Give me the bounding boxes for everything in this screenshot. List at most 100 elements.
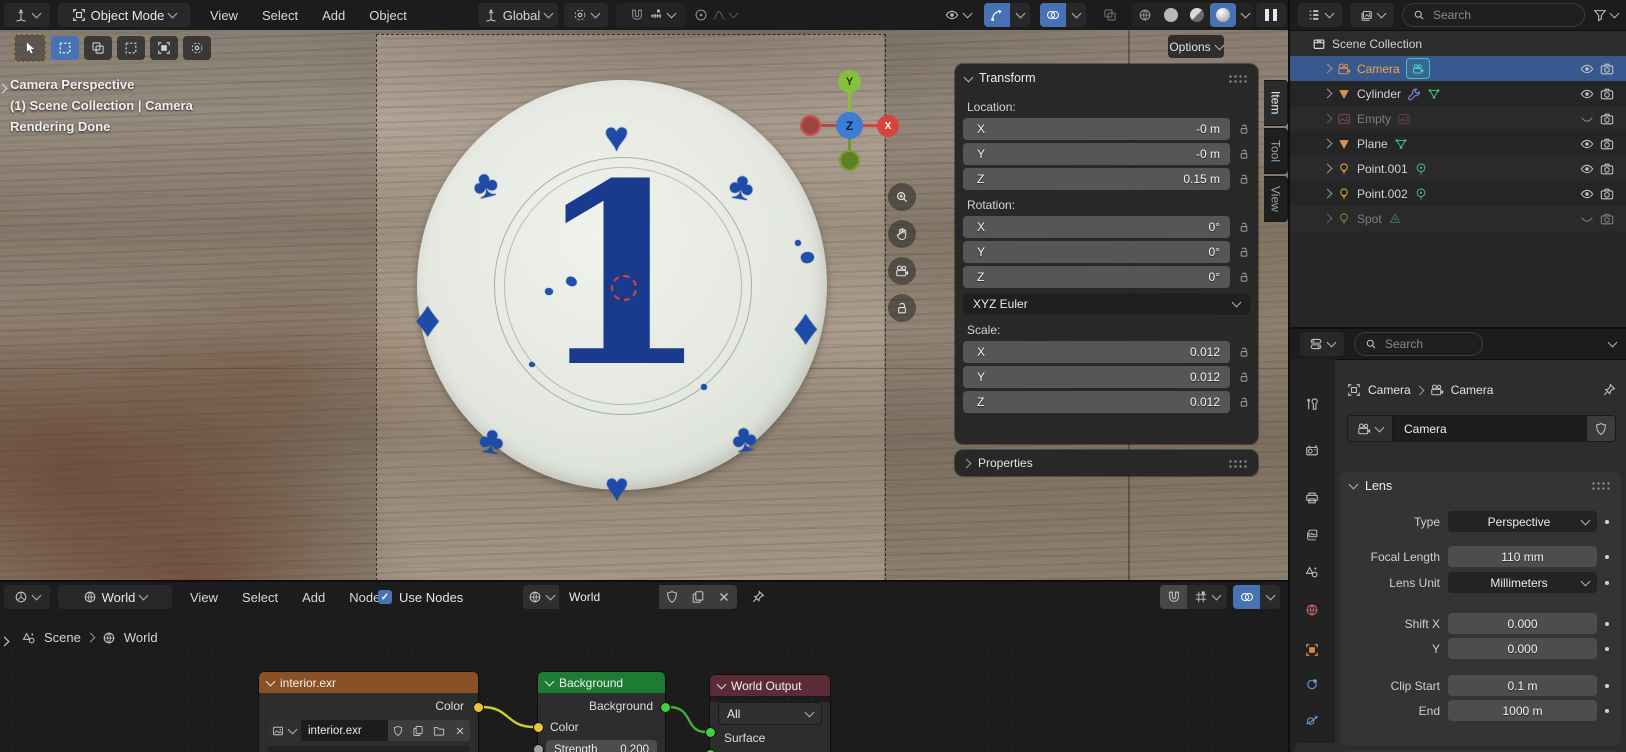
node-canvas[interactable]: Scene World interior.exr Color <box>0 612 1288 752</box>
shading-wireframe[interactable] <box>1132 8 1158 22</box>
properties-search[interactable] <box>1354 332 1483 356</box>
background-output-socket[interactable] <box>660 702 671 713</box>
lock-icon[interactable] <box>1238 371 1250 383</box>
properties-collapsed-panel[interactable]: Properties <box>955 450 1258 476</box>
clip-end-field[interactable]: 1000 m <box>1448 700 1597 721</box>
shader-overlays-dropdown[interactable] <box>1260 585 1280 609</box>
pin-icon[interactable] <box>751 590 765 604</box>
panel-grip[interactable] <box>1591 481 1611 490</box>
expand-icon[interactable] <box>1323 164 1333 174</box>
shift-x-field[interactable]: 0.000 <box>1448 613 1597 634</box>
image-color-output-socket[interactable] <box>473 702 484 713</box>
animate-dot[interactable] <box>1605 684 1609 688</box>
outliner-row-spot[interactable]: Spot <box>1290 206 1626 231</box>
overlays-toggle[interactable] <box>1040 3 1066 27</box>
location-z-field[interactable]: Z 0.15 m <box>963 168 1230 190</box>
lens-type-dropdown[interactable]: Perspective <box>1448 511 1597 532</box>
id-browse-button[interactable] <box>1347 415 1393 442</box>
tab-constraints[interactable] <box>1305 677 1319 691</box>
animate-dot[interactable] <box>1605 555 1609 559</box>
menu-object[interactable]: Object <box>357 8 419 23</box>
image-unlink-button[interactable] <box>450 720 470 741</box>
lens-unit-dropdown[interactable]: Millimeters <box>1448 572 1597 593</box>
outliner-row-point-001[interactable]: Point.001 <box>1290 156 1626 181</box>
tool-select-difference-button[interactable] <box>150 36 178 60</box>
world-name-field[interactable]: World <box>559 585 659 609</box>
hide-eye-icon[interactable] <box>1580 62 1594 76</box>
fake-user-shield-button[interactable] <box>1586 415 1616 442</box>
lock-icon[interactable] <box>1238 346 1250 358</box>
hide-eye-closed-icon[interactable] <box>1580 212 1594 226</box>
location-x-field[interactable]: X -0 m <box>963 118 1230 140</box>
node-image-texture[interactable]: interior.exr Color interior.exr <box>259 672 478 752</box>
world-copy-button[interactable] <box>685 585 711 609</box>
expand-icon[interactable] <box>1323 214 1333 224</box>
animate-dot[interactable] <box>1605 622 1609 626</box>
viewport-canvas[interactable]: 1 ♥ ♣ ♣ ♦ ♦ ♣ ♣ ♥ <box>0 30 1288 580</box>
lock-icon[interactable] <box>1238 123 1250 135</box>
image-name-field[interactable]: interior.exr <box>301 720 388 741</box>
node-background[interactable]: Background Background Color Strength 0.2… <box>538 672 665 752</box>
tab-physics[interactable] <box>1305 713 1319 727</box>
outliner-row-scene-collection[interactable]: Scene Collection <box>1290 31 1626 56</box>
render-visibility-icon[interactable] <box>1600 112 1614 126</box>
expand-icon[interactable] <box>1323 89 1333 99</box>
shading-rendered[interactable] <box>1210 3 1236 27</box>
animate-dot[interactable] <box>1605 520 1609 524</box>
mode-dropdown[interactable]: Object Mode <box>58 3 190 27</box>
clip-start-field[interactable]: 0.1 m <box>1448 675 1597 696</box>
shader-menu-view[interactable]: View <box>178 590 230 605</box>
tool-select-box-button[interactable] <box>51 36 79 60</box>
id-name-field[interactable]: Camera <box>1393 415 1586 442</box>
hide-eye-icon[interactable] <box>1580 87 1594 101</box>
visibility-dropdown[interactable] <box>938 3 978 27</box>
animate-dot[interactable] <box>1605 647 1609 651</box>
panel-grip[interactable] <box>1228 74 1248 83</box>
light-data-icon[interactable] <box>1414 162 1428 176</box>
outliner-row-camera[interactable]: Camera <box>1290 56 1626 81</box>
image-browse-button[interactable] <box>267 720 301 741</box>
tab-object-data-active[interactable] <box>1294 743 1335 752</box>
interpolation-dropdown[interactable]: Linear <box>267 746 470 752</box>
tool-select-intersect-button[interactable] <box>183 36 211 60</box>
scale-x-field[interactable]: X 0.012 <box>963 341 1230 363</box>
expand-icon[interactable] <box>1323 189 1333 199</box>
outliner-editor-type-button[interactable] <box>1298 3 1342 27</box>
lock-icon[interactable] <box>1238 173 1250 185</box>
snap-target-icon[interactable] <box>649 8 663 22</box>
shader-menu-select[interactable]: Select <box>230 590 290 605</box>
tab-item[interactable]: Item <box>1264 80 1288 126</box>
light-data-icon[interactable] <box>1414 187 1428 201</box>
world-browse-button[interactable] <box>523 585 559 609</box>
axis-neg-y-ball[interactable] <box>839 150 860 171</box>
hide-eye-icon[interactable] <box>1580 137 1594 151</box>
lens-panel-header[interactable]: Lens <box>1340 472 1621 499</box>
orientation-dropdown[interactable]: Global <box>478 3 558 27</box>
outliner-search[interactable] <box>1402 3 1585 27</box>
rotation-mode-dropdown[interactable]: XYZ Euler <box>963 293 1250 315</box>
outliner-row-plane[interactable]: Plane <box>1290 131 1626 156</box>
shader-type-dropdown[interactable]: World <box>58 585 172 609</box>
axis-x-ball[interactable]: X <box>877 115 899 137</box>
rotation-x-field[interactable]: X 0° <box>963 216 1230 238</box>
breadcrumb-world[interactable]: World <box>124 630 158 645</box>
shader-overlays-toggle[interactable] <box>1233 585 1260 609</box>
tab-view-layer[interactable] <box>1305 528 1319 542</box>
shader-editor-type-button[interactable] <box>4 585 50 609</box>
panel-grip[interactable] <box>1228 459 1248 468</box>
world-fake-user-button[interactable] <box>659 585 685 609</box>
breadcrumb-object[interactable]: Camera <box>1368 383 1411 397</box>
transform-panel-header[interactable]: Transform <box>955 64 1258 92</box>
pivot-dropdown[interactable] <box>564 3 608 27</box>
snap-dropdown[interactable] <box>666 9 676 19</box>
editor-type-button[interactable] <box>4 3 50 27</box>
background-node-header[interactable]: Background <box>538 672 665 693</box>
rotation-z-field[interactable]: Z 0° <box>963 266 1230 288</box>
tool-cursor-button[interactable] <box>14 34 46 62</box>
image-node-header[interactable]: interior.exr <box>259 672 478 693</box>
hide-eye-closed-icon[interactable] <box>1580 112 1594 126</box>
render-visibility-icon[interactable] <box>1600 212 1614 226</box>
lock-icon[interactable] <box>1238 221 1250 233</box>
zoom-button[interactable] <box>888 183 916 211</box>
shader-snap-toggle[interactable] <box>1160 585 1187 609</box>
